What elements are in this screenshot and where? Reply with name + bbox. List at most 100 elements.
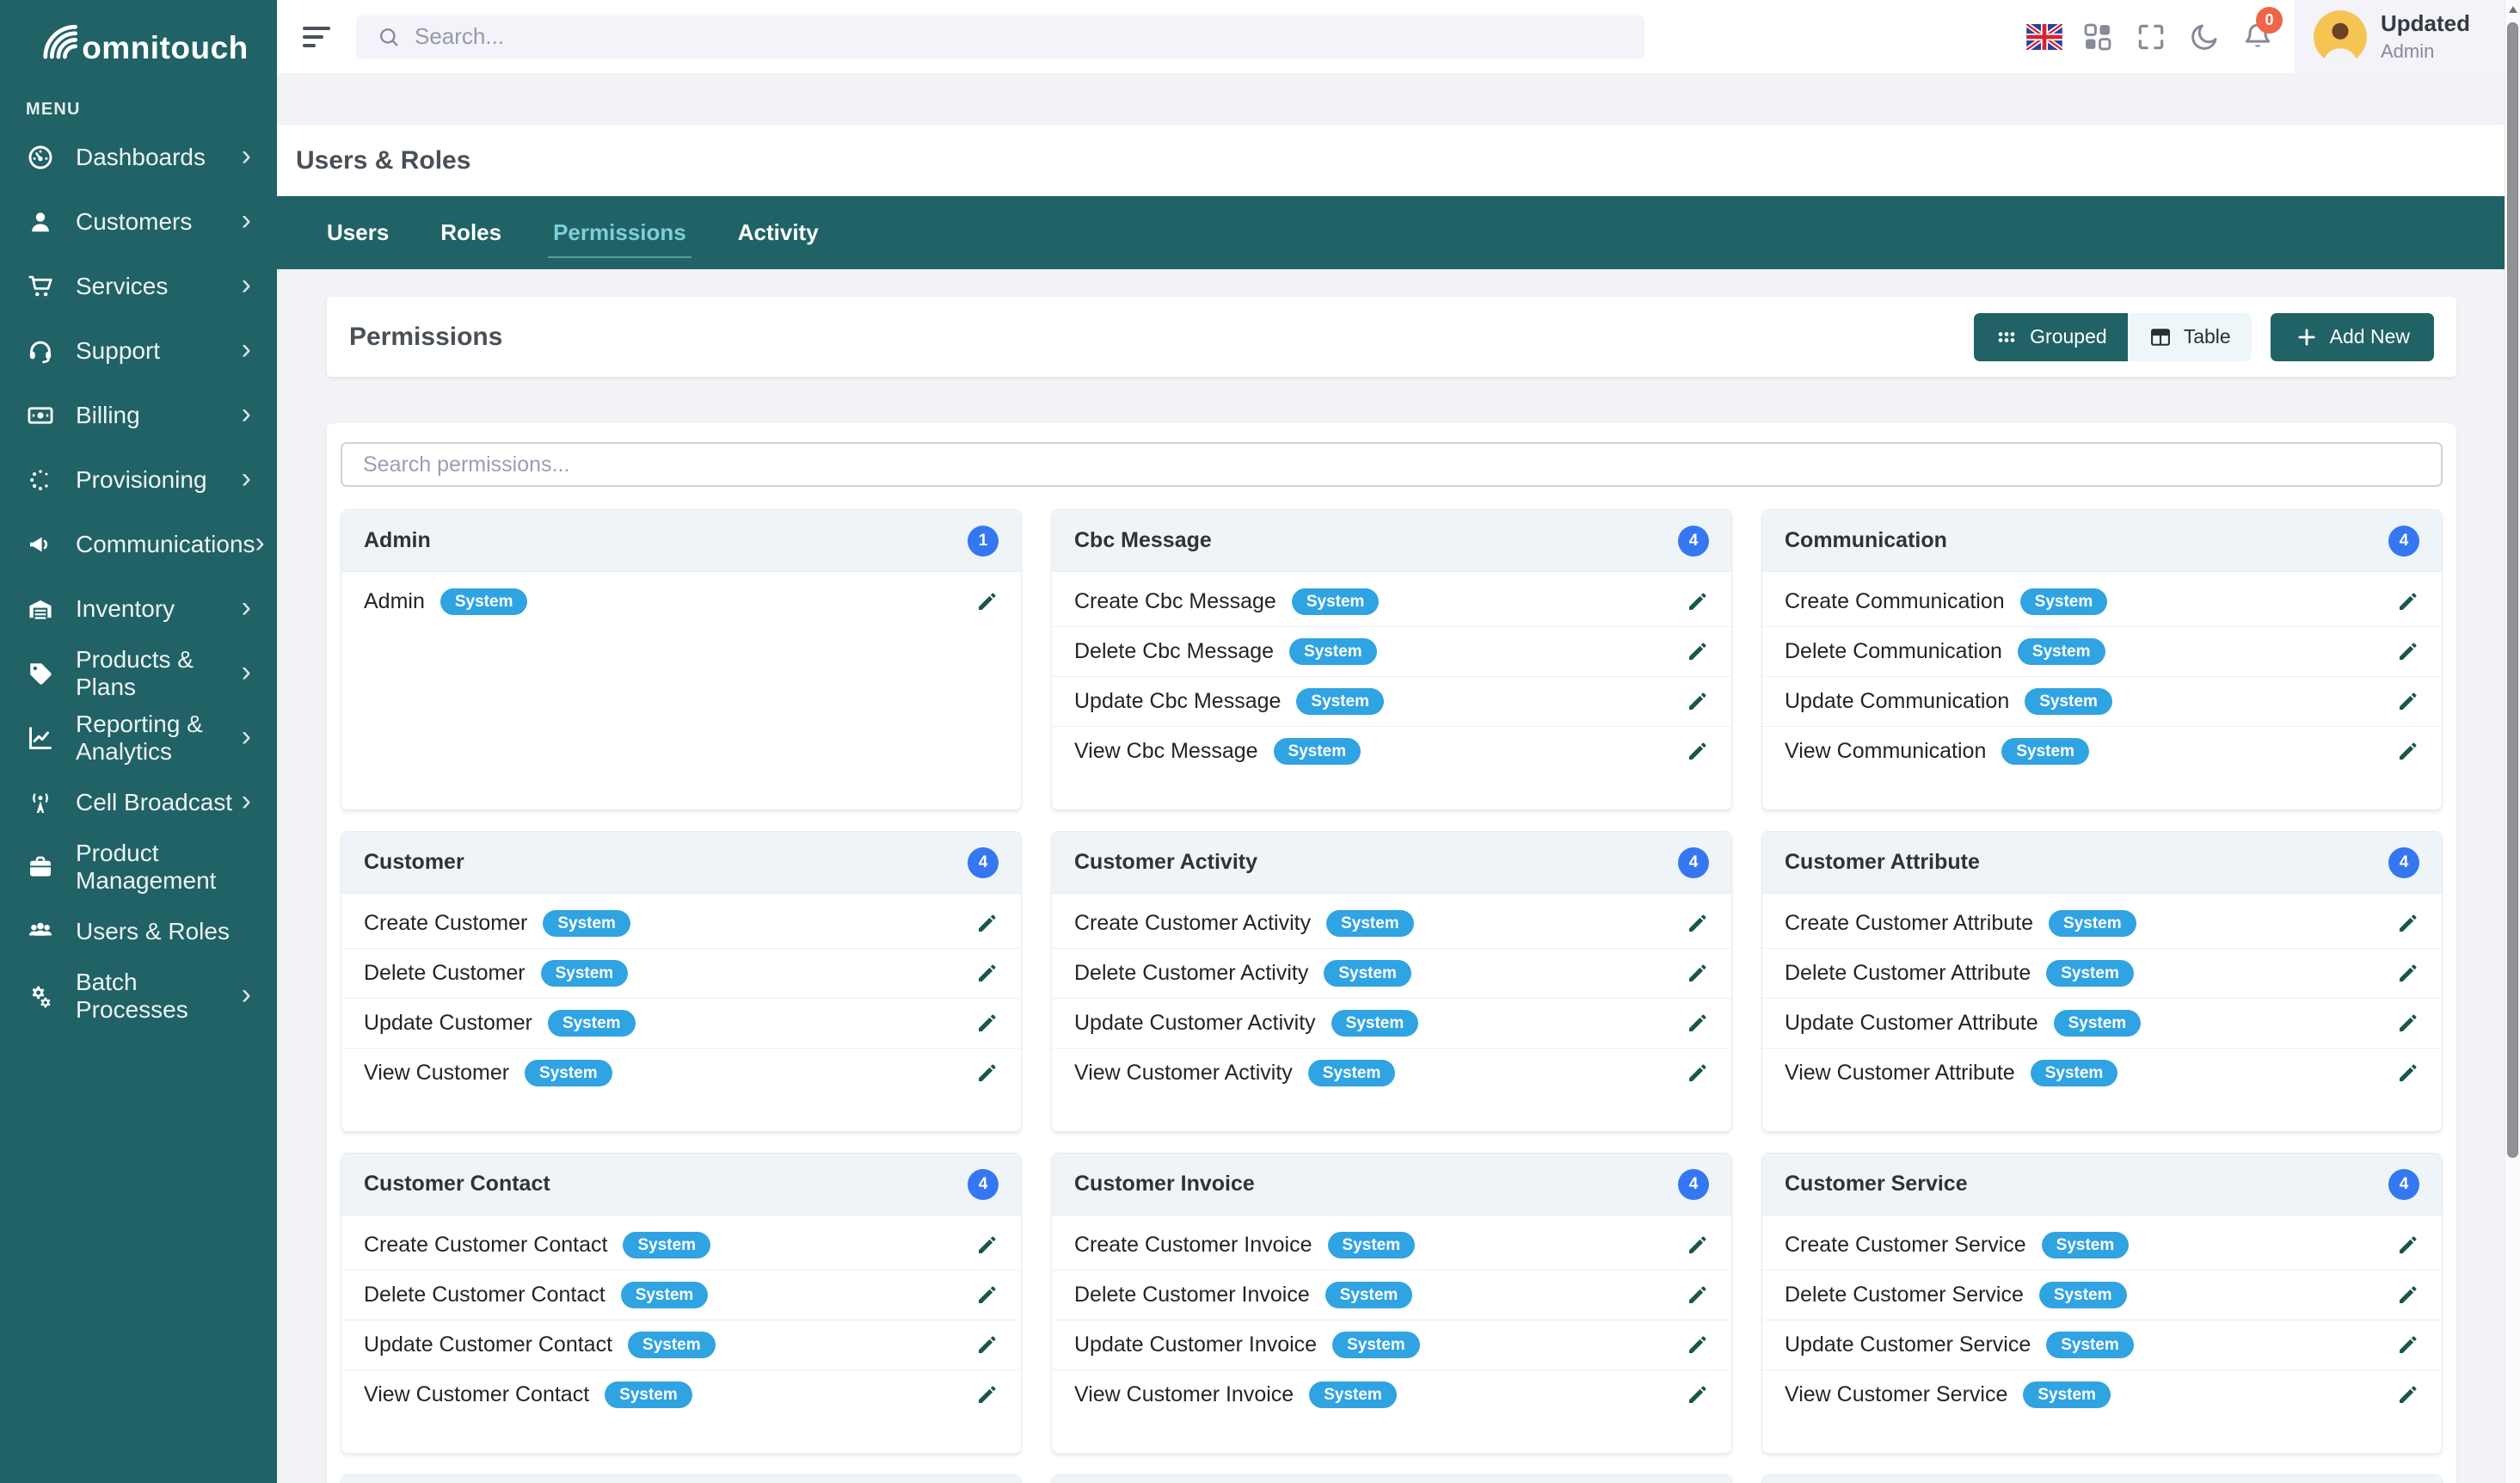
permission-label: View Customer Contact (364, 1382, 589, 1407)
edit-permission-button[interactable] (975, 1383, 999, 1406)
edit-permission-button[interactable] (2396, 912, 2419, 935)
pencil-icon (1686, 590, 1709, 613)
megaphone-icon (26, 530, 55, 559)
edit-permission-button[interactable] (1686, 590, 1709, 613)
edit-permission-button[interactable] (1686, 640, 1709, 663)
tab-activity[interactable]: Activity (738, 196, 819, 269)
fullscreen-button[interactable] (2124, 0, 2178, 73)
edit-permission-button[interactable] (2396, 1333, 2419, 1357)
permission-label: Create Customer (364, 911, 527, 936)
edit-permission-button[interactable] (2396, 590, 2419, 613)
system-badge: System (543, 910, 630, 937)
sidebar-item-users-roles[interactable]: Users & Roles › (0, 899, 277, 963)
edit-permission-button[interactable] (975, 1234, 999, 1257)
edit-permission-button[interactable] (1686, 740, 1709, 763)
edit-permission-button[interactable] (975, 1012, 999, 1035)
edit-permission-button[interactable] (1686, 1012, 1709, 1035)
edit-permission-button[interactable] (975, 962, 999, 985)
edit-permission-button[interactable] (2396, 740, 2419, 763)
edit-permission-button[interactable] (1686, 912, 1709, 935)
sidebar-item-batch-processes[interactable]: Batch Processes › (0, 963, 277, 1028)
edit-permission-button[interactable] (1686, 1283, 1709, 1307)
permission-row: Delete Customer Contact System (341, 1270, 1021, 1320)
sidebar-item-support[interactable]: Support › (0, 318, 277, 383)
add-new-button[interactable]: Add New (2271, 313, 2434, 361)
group-card-body: Create Customer System Delete Customer S… (341, 894, 1021, 1131)
pencil-icon (975, 1234, 999, 1257)
sidebar-item-billing[interactable]: Billing › (0, 383, 277, 447)
search-input[interactable] (415, 23, 1624, 50)
edit-permission-button[interactable] (2396, 1061, 2419, 1085)
group-title: Customer (364, 850, 464, 875)
edit-permission-button[interactable] (1686, 1234, 1709, 1257)
edit-permission-button[interactable] (1686, 1333, 1709, 1357)
sidebar-item-product-management[interactable]: Product Management › (0, 834, 277, 899)
scrollbar-up-arrow[interactable] (2509, 6, 2517, 13)
pencil-icon (975, 1333, 999, 1357)
system-badge: System (2049, 910, 2136, 937)
sidebar-item-products-plans[interactable]: Products & Plans › (0, 641, 277, 705)
edit-permission-button[interactable] (975, 1061, 999, 1085)
sidebar-item-reporting-analytics[interactable]: Reporting & Analytics › (0, 705, 277, 770)
edit-permission-button[interactable] (975, 912, 999, 935)
global-search (356, 15, 1644, 58)
briefcase-icon (26, 852, 55, 882)
dark-mode-button[interactable] (2178, 0, 2231, 73)
edit-permission-button[interactable] (975, 590, 999, 613)
edit-permission-button[interactable] (975, 1333, 999, 1357)
edit-permission-button[interactable] (2396, 1234, 2419, 1257)
group-count-badge: 4 (2388, 1169, 2419, 1200)
edit-permission-button[interactable] (2396, 1283, 2419, 1307)
pencil-icon (1686, 690, 1709, 713)
permission-row: Update Cbc Message System (1052, 676, 1731, 726)
edit-permission-button[interactable] (1686, 1061, 1709, 1085)
permission-label: Create Customer Invoice (1074, 1233, 1312, 1258)
permission-row: View Customer Invoice System (1052, 1369, 1731, 1419)
permissions-search-input[interactable] (341, 442, 2443, 487)
grouped-view-button[interactable]: Grouped (1974, 313, 2128, 361)
sidebar-item-inventory[interactable]: Inventory › (0, 576, 277, 641)
system-badge: System (2042, 1232, 2130, 1258)
permission-group-card: Communication 4 Create Communication Sys… (1761, 509, 2443, 810)
language-button[interactable] (2018, 0, 2071, 73)
permission-row: Create Customer Contact System (341, 1220, 1021, 1270)
sidebar-toggle-button[interactable] (303, 27, 332, 47)
tab-users[interactable]: Users (327, 196, 389, 269)
edit-permission-button[interactable] (1686, 962, 1709, 985)
group-card-header: Admin 1 (341, 510, 1021, 572)
scrollbar-thumb[interactable] (2507, 22, 2518, 1158)
edit-permission-button[interactable] (975, 1283, 999, 1307)
user-menu[interactable]: Updated Admin (2295, 0, 2505, 73)
pencil-icon (2396, 1333, 2419, 1357)
tab-roles[interactable]: Roles (440, 196, 501, 269)
edit-permission-button[interactable] (2396, 962, 2419, 985)
sidebar-item-services[interactable]: Services › (0, 254, 277, 318)
system-badge: System (2031, 1060, 2118, 1086)
notifications-button[interactable]: 0 (2231, 0, 2284, 73)
tab-permissions[interactable]: Permissions (553, 196, 686, 269)
edit-permission-button[interactable] (1686, 690, 1709, 713)
edit-permission-button[interactable] (2396, 1383, 2419, 1406)
system-badge: System (628, 1332, 716, 1358)
edit-permission-button[interactable] (2396, 1012, 2419, 1035)
group-title: Communication (1785, 528, 1947, 553)
sidebar-item-communications[interactable]: Communications › (0, 512, 277, 576)
page-scrollbar[interactable] (2505, 0, 2520, 1483)
permission-row: View Customer Attribute System (1762, 1048, 2442, 1098)
brand-logo[interactable]: omnitouch (0, 0, 277, 76)
edit-permission-button[interactable] (1686, 1383, 1709, 1406)
permission-label: Delete Customer (364, 961, 526, 986)
permission-row: Update Communication System (1762, 676, 2442, 726)
permission-row: Create Communication System (1762, 576, 2442, 626)
system-badge: System (2046, 960, 2134, 987)
apps-menu-button[interactable] (2071, 0, 2124, 73)
table-view-button[interactable]: Table (2128, 313, 2252, 361)
sidebar-item-provisioning[interactable]: Provisioning › (0, 447, 277, 512)
edit-permission-button[interactable] (2396, 640, 2419, 663)
sidebar-item-dashboards[interactable]: Dashboards › (0, 125, 277, 189)
permission-row: Update Customer Service System (1762, 1320, 2442, 1369)
group-count-badge: 4 (968, 1169, 999, 1200)
sidebar-item-customers[interactable]: Customers › (0, 189, 277, 254)
edit-permission-button[interactable] (2396, 690, 2419, 713)
sidebar-item-cell-broadcast[interactable]: Cell Broadcast › (0, 770, 277, 834)
